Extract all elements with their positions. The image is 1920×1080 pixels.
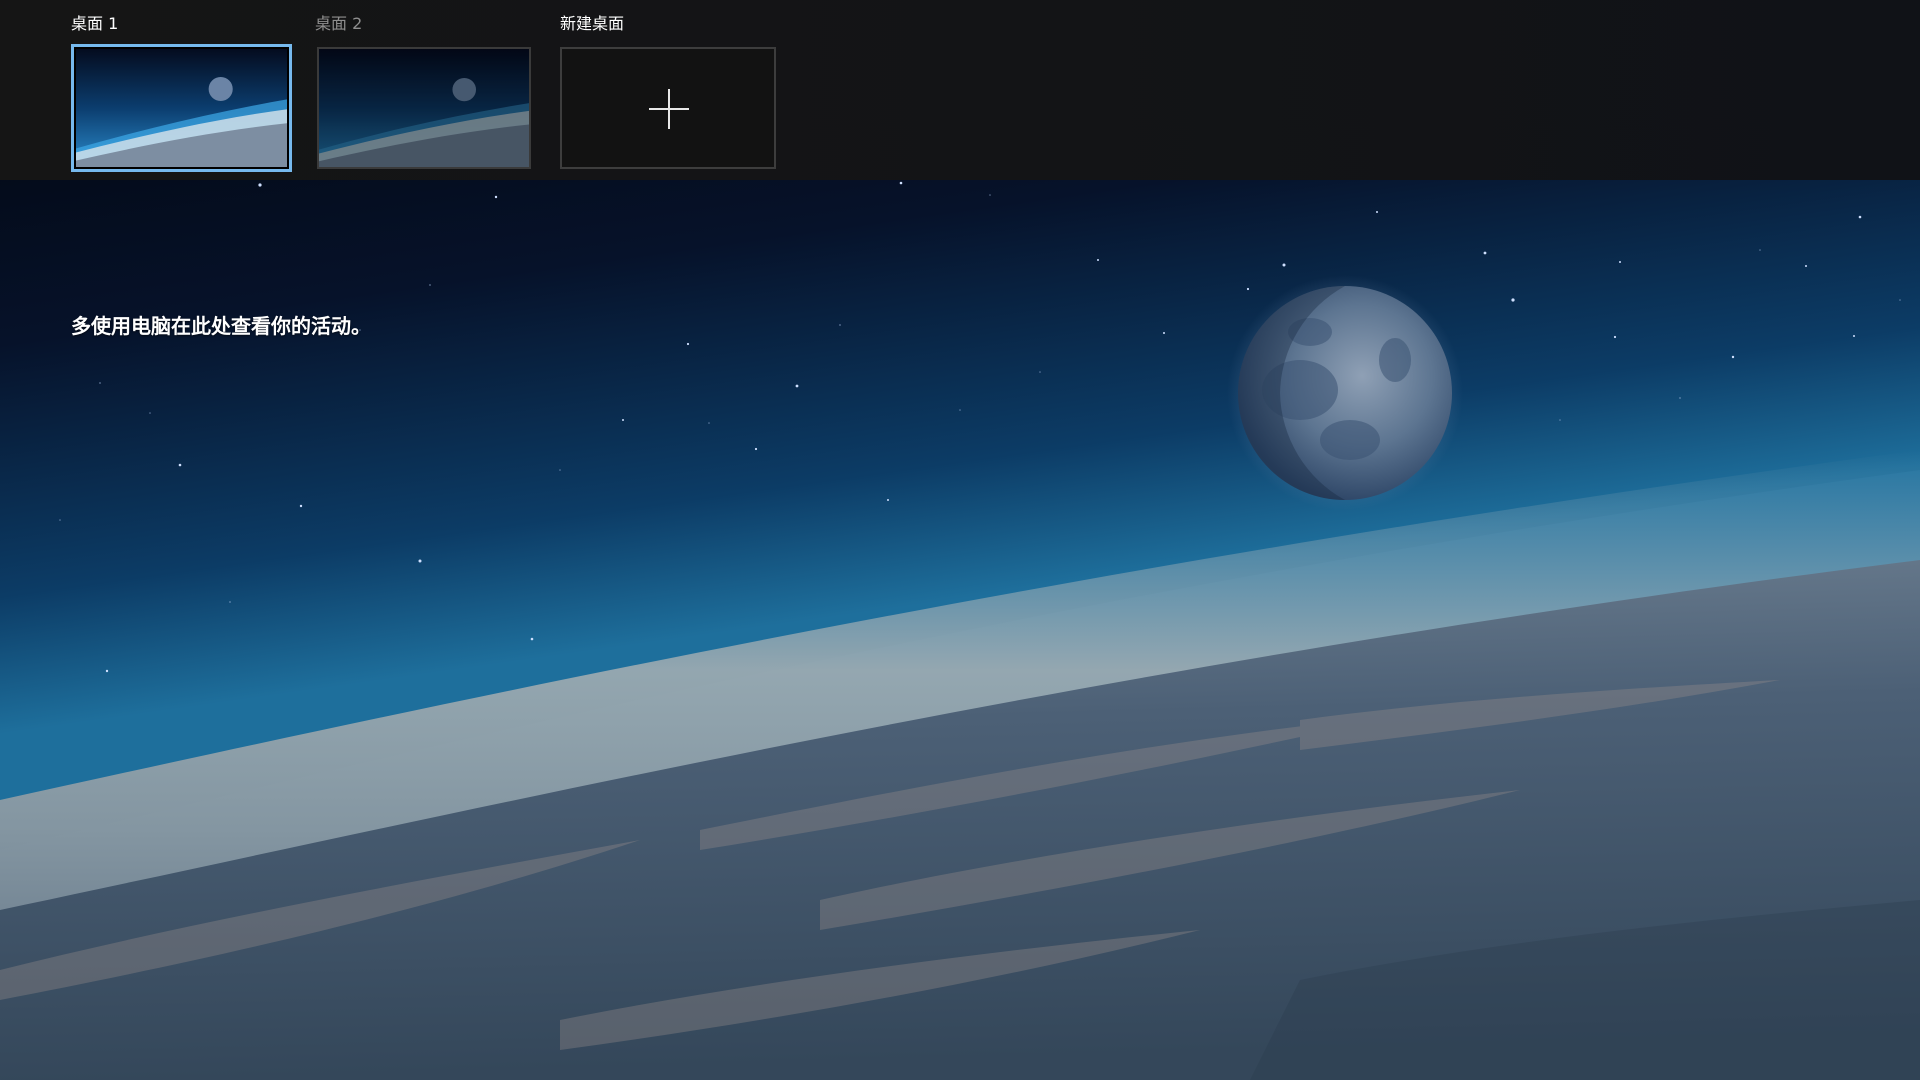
desktop-2-label: 桌面 2 [315,14,363,33]
desktop-2-thumbnail[interactable] [317,47,531,169]
desktop-1-thumbnail[interactable] [71,44,292,172]
virtual-desktops-bar: 桌面 1 桌面 2 新建桌面 [0,0,1920,180]
new-desktop-button[interactable] [560,47,776,169]
timeline-empty-message: 多使用电脑在此处查看你的活动。 [71,314,371,338]
desktop-1-label: 桌面 1 [71,14,119,33]
task-view-screen: 桌面 1 桌面 2 新建桌面 多使用电脑在此处查看你的活动。 [0,0,1920,1080]
new-desktop-label: 新建桌面 [560,14,625,33]
